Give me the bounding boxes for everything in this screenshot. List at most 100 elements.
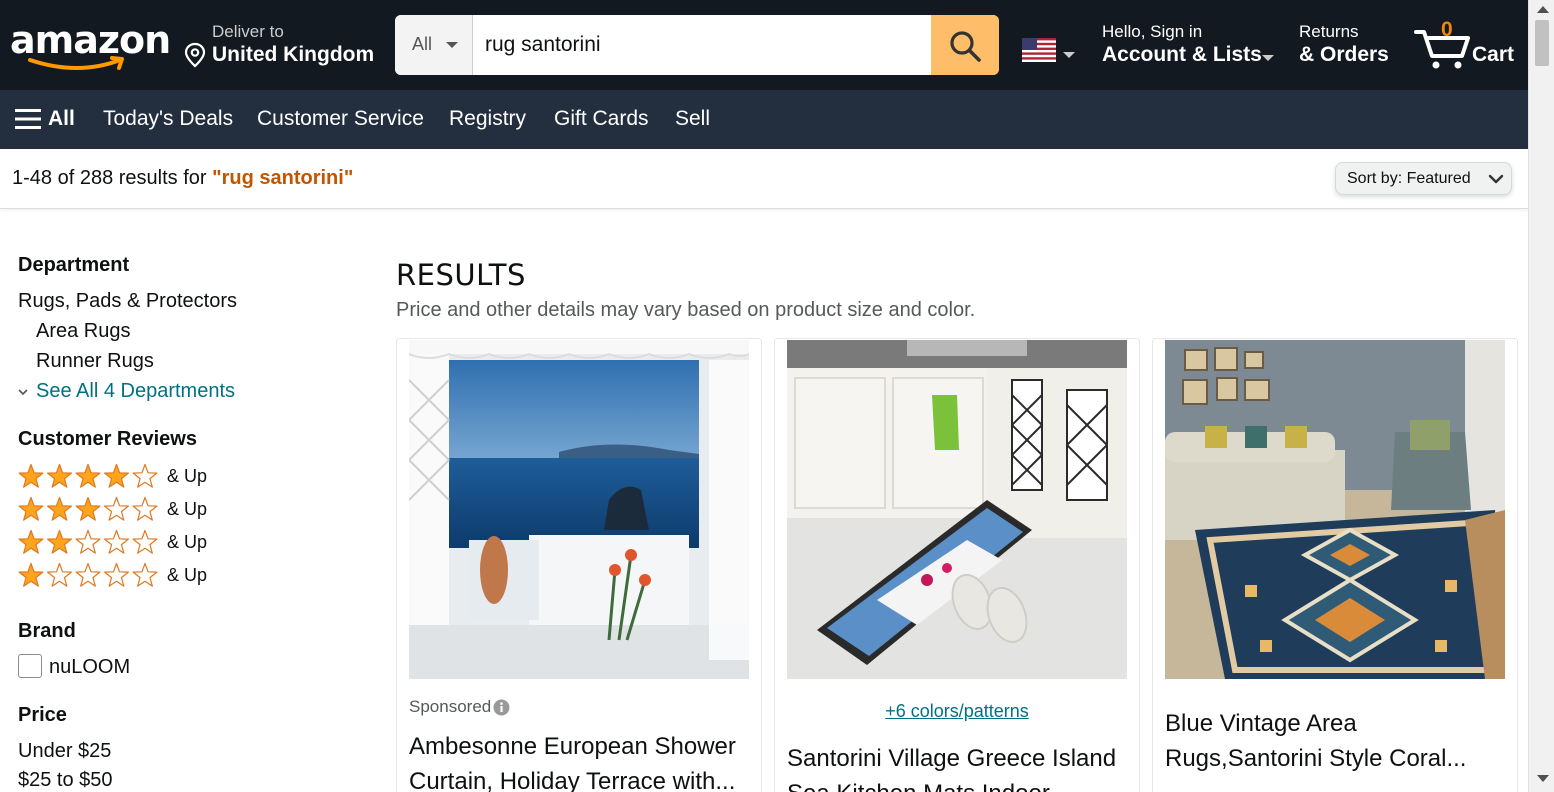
product-title-line2: Rugs,Santorini Style Coral... bbox=[1165, 745, 1467, 772]
cart-label: Cart bbox=[1472, 43, 1515, 66]
search-input[interactable] bbox=[473, 15, 931, 75]
nav-link-gift-cards[interactable]: Gift Cards bbox=[554, 107, 649, 131]
department-runner-rugs[interactable]: Runner Rugs bbox=[36, 350, 154, 373]
results-info-bar: 1-48 of 288 results for "rug santorini" … bbox=[0, 149, 1528, 209]
star-empty-icon bbox=[132, 463, 158, 488]
rating-1-up[interactable]: & Up bbox=[18, 562, 238, 590]
price-under-25[interactable]: Under $25 bbox=[18, 740, 111, 763]
star-filled-icon bbox=[18, 529, 44, 554]
brand-nuloom-label[interactable]: nuLOOM bbox=[49, 656, 130, 679]
department-rugs-pads[interactable]: Rugs, Pads & Protectors bbox=[18, 290, 237, 313]
star-empty-icon bbox=[132, 562, 158, 587]
top-nav: amazon Deliver to United Kingdom All rug… bbox=[0, 0, 1528, 90]
star-rating-icon bbox=[18, 496, 158, 521]
color-options-link[interactable]: +6 colors/patterns bbox=[775, 701, 1139, 722]
scroll-up-arrow-icon[interactable] bbox=[1537, 6, 1549, 13]
hamburger-menu-icon[interactable] bbox=[15, 108, 41, 130]
nav-link-registry[interactable]: Registry bbox=[449, 107, 526, 131]
all-menu-button[interactable]: All bbox=[48, 107, 75, 131]
product-title-line1: Santorini Village Greece Island bbox=[787, 745, 1117, 772]
star-empty-icon bbox=[75, 529, 101, 554]
product-image-graphic bbox=[1165, 340, 1505, 679]
nav-link-sell[interactable]: Sell bbox=[675, 107, 710, 131]
amazon-logo[interactable]: amazon bbox=[10, 18, 171, 72]
star-empty-icon bbox=[104, 496, 129, 521]
search-button[interactable] bbox=[931, 15, 999, 75]
search-icon bbox=[950, 31, 981, 62]
deliver-line1: Deliver to bbox=[212, 22, 284, 41]
account-greeting: Hello, Sign in bbox=[1102, 22, 1203, 41]
star-rating-icon bbox=[18, 529, 158, 554]
nav-link-todays-deals[interactable]: Today's Deals bbox=[103, 107, 233, 131]
department-area-rugs[interactable]: Area Rugs bbox=[36, 320, 131, 343]
product-title[interactable]: Ambesonne European Shower Curtain, Holid… bbox=[409, 729, 749, 792]
star-empty-icon bbox=[132, 529, 158, 554]
star-empty-icon bbox=[75, 562, 101, 587]
star-filled-icon bbox=[75, 463, 101, 488]
product-card: +6 colors/patterns Santorini Village Gre… bbox=[774, 338, 1140, 792]
account-label: Account & Lists bbox=[1102, 43, 1262, 66]
us-flag-icon[interactable] bbox=[1022, 38, 1056, 62]
star-filled-icon bbox=[47, 496, 72, 521]
results-subtitle: Price and other details may vary based o… bbox=[396, 299, 976, 321]
star-empty-icon bbox=[104, 529, 129, 554]
deliver-country: United Kingdom bbox=[212, 43, 375, 66]
product-image-shower-curtain[interactable] bbox=[409, 340, 749, 679]
star-rating-icon bbox=[18, 562, 158, 587]
results-count: 1-48 of 288 results for "rug santorini" bbox=[12, 167, 353, 190]
results-heading: RESULTS bbox=[396, 258, 526, 292]
results-query: "rug santorini" bbox=[212, 167, 354, 189]
star-filled-icon bbox=[47, 463, 72, 488]
sub-nav: All Today's Deals Customer Service Regis… bbox=[0, 90, 1528, 149]
search-category-dropdown[interactable]: All bbox=[395, 15, 473, 75]
rating-up-label: & Up bbox=[167, 565, 208, 585]
search-bar: All bbox=[395, 15, 999, 75]
chevron-down-icon bbox=[1488, 174, 1504, 184]
brand-nuloom-checkbox[interactable] bbox=[18, 654, 42, 678]
brand-heading: Brand bbox=[18, 620, 76, 642]
account-lists[interactable]: Hello, Sign in Account & Lists bbox=[1102, 22, 1282, 70]
product-image-kitchen-mat[interactable] bbox=[787, 340, 1127, 679]
scroll-thumb[interactable] bbox=[1535, 20, 1549, 66]
rating-2-up[interactable]: & Up bbox=[18, 529, 238, 557]
product-title-line1: Ambesonne European Shower bbox=[409, 733, 736, 760]
returns-label: Returns bbox=[1299, 22, 1359, 41]
star-empty-icon bbox=[104, 562, 129, 587]
nav-link-customer-service[interactable]: Customer Service bbox=[257, 107, 424, 131]
see-all-departments-link[interactable]: See All 4 Departments bbox=[36, 380, 235, 403]
star-filled-icon bbox=[104, 463, 129, 488]
language-caret-icon[interactable] bbox=[1063, 52, 1075, 58]
star-rating-icon bbox=[18, 463, 158, 488]
scroll-down-arrow-icon[interactable] bbox=[1537, 775, 1549, 782]
page-scrollbar[interactable] bbox=[1528, 0, 1554, 792]
star-empty-icon bbox=[132, 496, 158, 521]
product-image-graphic bbox=[787, 340, 1127, 679]
cart-button[interactable]: 0 Cart bbox=[1414, 18, 1524, 72]
department-heading: Department bbox=[18, 254, 130, 276]
product-image-area-rug[interactable] bbox=[1165, 340, 1505, 679]
amazon-search-page: amazon Deliver to United Kingdom All rug… bbox=[0, 0, 1528, 792]
rating-4-up[interactable]: & Up bbox=[18, 463, 238, 491]
caret-down-icon bbox=[446, 42, 458, 48]
star-filled-icon bbox=[18, 562, 44, 587]
rating-3-up[interactable]: & Up bbox=[18, 496, 238, 524]
product-title-line2: Sea Kitchen Mats Indoor bbox=[787, 776, 1127, 792]
cart-count: 0 bbox=[1441, 18, 1453, 41]
product-title[interactable]: Blue Vintage Area Rugs,Santorini Style C… bbox=[1165, 706, 1505, 776]
product-title-line2: Curtain, Holiday Terrace with... bbox=[409, 768, 736, 792]
sort-dropdown[interactable]: Sort by: Featured bbox=[1335, 162, 1512, 195]
product-card: Blue Vintage Area Rugs,Santorini Style C… bbox=[1152, 338, 1518, 792]
deliver-to[interactable]: Deliver to United Kingdom bbox=[184, 22, 384, 68]
star-filled-icon bbox=[75, 496, 101, 521]
returns-orders[interactable]: Returns & Orders bbox=[1299, 22, 1399, 70]
star-empty-icon bbox=[47, 562, 72, 587]
price-25-to-50[interactable]: $25 to $50 bbox=[18, 769, 113, 792]
rating-up-label: & Up bbox=[167, 532, 208, 552]
search-category-label: All bbox=[412, 34, 433, 54]
info-icon[interactable] bbox=[493, 699, 510, 716]
product-title[interactable]: Santorini Village Greece Island Sea Kitc… bbox=[787, 741, 1127, 792]
product-card: Sponsored Ambesonne European Shower Curt… bbox=[396, 338, 762, 792]
orders-label: & Orders bbox=[1299, 43, 1389, 66]
rating-up-label: & Up bbox=[167, 499, 208, 519]
product-title-line1: Blue Vintage Area bbox=[1165, 710, 1357, 737]
